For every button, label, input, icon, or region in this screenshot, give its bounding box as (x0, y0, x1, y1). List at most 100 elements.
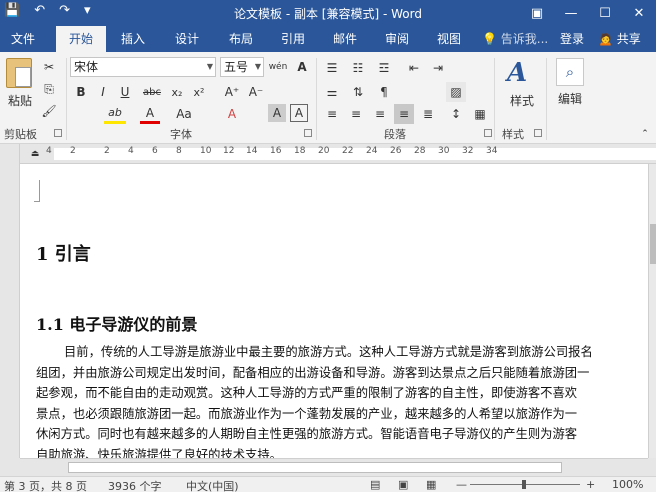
indent-marker-icon[interactable]: ⏏ (30, 146, 40, 162)
text-effects-button[interactable]: A (222, 104, 242, 124)
ruler-tick: 26 (390, 146, 402, 156)
phonetic-guide-icon[interactable]: wén (268, 56, 288, 78)
zoom-level[interactable]: 100% (612, 478, 643, 491)
zoom-in-button[interactable]: + (586, 478, 595, 491)
clipboard-launcher-icon[interactable] (54, 129, 62, 137)
share-button[interactable]: 🙍 共享 (598, 26, 641, 52)
grow-font-button[interactable]: A⁺ (222, 82, 242, 102)
tab-layout[interactable]: 布局 (218, 26, 264, 52)
print-layout-icon[interactable]: ▣ (398, 478, 408, 491)
shading-icon[interactable]: ▨ (446, 82, 466, 102)
numbering-icon[interactable]: ☷ (348, 58, 368, 78)
line-spacing-icon[interactable]: ↕ (446, 104, 466, 124)
styles-button[interactable]: 样式 (504, 92, 540, 108)
read-mode-icon[interactable]: ▤ (370, 478, 380, 491)
font-name-combo[interactable]: 宋体 ▼ (70, 57, 216, 77)
horizontal-scrollbar[interactable] (20, 458, 648, 476)
tab-design[interactable]: 设计 (164, 26, 210, 52)
ruler-tick: 28 (414, 146, 426, 156)
separator (546, 58, 547, 140)
distributed-icon[interactable]: ≣ (418, 104, 438, 124)
align-left-icon[interactable]: ≡ (322, 104, 342, 124)
language-indicator[interactable]: 中文(中国) (186, 478, 239, 492)
font-size-combo[interactable]: 五号 ▼ (220, 57, 264, 77)
tab-mailings[interactable]: 邮件 (322, 26, 368, 52)
highlight-color-button[interactable]: ab (104, 104, 126, 124)
search-icon[interactable]: ⌕ (556, 58, 584, 86)
vertical-scroll-thumb[interactable] (650, 224, 656, 264)
title-bar: 💾 ↶ ↷ ▾ 论文模板 - 副本 [兼容模式] - Word ▣ — ☐ ✕ (0, 0, 656, 26)
tab-file[interactable]: 文件 (0, 26, 46, 52)
ruler-tick: 24 (366, 146, 378, 156)
increase-indent-icon[interactable]: ⇥ (428, 58, 448, 78)
show-marks-icon[interactable]: ¶ (374, 82, 394, 102)
page-count[interactable]: 第 3 页，共 8 页 (4, 478, 87, 492)
word-count[interactable]: 3936 个字 (108, 478, 162, 492)
document-page[interactable]: 1 引言 1.1 电子导游仪的前景 目前，传统的人工导游是旅游业中最主要的旅游方… (20, 164, 648, 458)
window-controls: ▣ — ☐ ✕ (520, 0, 656, 26)
strikethrough-button[interactable]: abc (140, 82, 164, 102)
format-painter-icon[interactable]: 🖌 (40, 102, 58, 120)
chinese-layout-icon[interactable]: ⚌ (322, 82, 342, 102)
ruler-tick: 18 (294, 146, 306, 156)
horizontal-ruler[interactable]: ⏏ 4 2 2 4 6 8 10 12 14 16 18 20 22 24 26… (20, 144, 656, 164)
styles-launcher-icon[interactable] (534, 129, 542, 137)
zoom-slider-thumb[interactable] (522, 480, 526, 489)
horizontal-scroll-thumb[interactable] (68, 462, 562, 473)
zoom-out-button[interactable]: — (456, 478, 467, 491)
ribbon-display-options-icon[interactable]: ▣ (520, 0, 554, 26)
ruler-tick: 2 (104, 146, 110, 156)
paste-icon[interactable] (6, 58, 32, 88)
paste-button[interactable]: 粘贴 (4, 92, 36, 108)
clipboard-group-label: 剪贴板 (4, 128, 37, 141)
subscript-button[interactable]: x₂ (168, 82, 186, 102)
sort-icon[interactable]: ⇅ (348, 82, 368, 102)
copy-icon[interactable]: ⎘ (40, 80, 58, 98)
bullets-icon[interactable]: ☰ (322, 58, 342, 78)
ruler-tick: 22 (342, 146, 354, 156)
character-border-button[interactable]: A (290, 104, 308, 122)
character-shading-button[interactable]: A (268, 104, 286, 122)
tab-review[interactable]: 审阅 (374, 26, 420, 52)
styles-icon[interactable]: A (507, 58, 537, 88)
borders-icon[interactable]: ▦ (470, 104, 490, 124)
maximize-button[interactable]: ☐ (588, 0, 622, 26)
font-launcher-icon[interactable] (304, 129, 312, 137)
align-right-icon[interactable]: ≡ (370, 104, 390, 124)
tab-view[interactable]: 视图 (426, 26, 472, 52)
superscript-button[interactable]: x² (190, 82, 208, 102)
justify-icon[interactable]: ≡ (394, 104, 414, 124)
decrease-indent-icon[interactable]: ⇤ (404, 58, 424, 78)
tell-me-search[interactable]: 💡 告诉我... (482, 26, 548, 52)
vertical-ruler[interactable] (0, 144, 20, 458)
ruler-tick: 20 (318, 146, 330, 156)
multilevel-list-icon[interactable]: ☲ (374, 58, 394, 78)
ruler-tick: 10 (200, 146, 212, 156)
align-center-icon[interactable]: ≡ (346, 104, 366, 124)
web-layout-icon[interactable]: ▦ (426, 478, 436, 491)
font-color-button[interactable]: A (140, 104, 160, 124)
clear-format-icon[interactable]: A (292, 56, 312, 78)
tab-home[interactable]: 开始 (56, 26, 106, 52)
ruler-tick: 12 (223, 146, 235, 156)
vertical-scrollbar[interactable] (648, 164, 656, 458)
collapse-ribbon-icon[interactable]: ⌃ (638, 128, 652, 140)
chevron-down-icon: ▼ (254, 62, 261, 71)
editing-button[interactable]: 编辑 (552, 90, 588, 106)
italic-button[interactable]: I (94, 82, 112, 102)
shrink-font-button[interactable]: A⁻ (246, 82, 266, 102)
change-case-button[interactable]: Aa (172, 104, 196, 124)
minimize-button[interactable]: — (554, 0, 588, 26)
body-line: 目前，传统的人工导游是旅游业中最主要的旅游方式。这种人工导游方式就是游客到旅游公… (64, 345, 593, 359)
underline-button[interactable]: U (116, 82, 134, 102)
sign-in-link[interactable]: 登录 (560, 26, 584, 52)
close-button[interactable]: ✕ (622, 0, 656, 26)
cut-icon[interactable]: ✂ (40, 58, 58, 76)
document-area[interactable]: 1 引言 1.1 电子导游仪的前景 目前，传统的人工导游是旅游业中最主要的旅游方… (20, 164, 648, 458)
styles-group-label: 样式 (502, 128, 524, 141)
tab-references[interactable]: 引用 (270, 26, 316, 52)
tab-insert[interactable]: 插入 (110, 26, 156, 52)
paragraph-launcher-icon[interactable] (484, 129, 492, 137)
heading-1: 1 引言 (36, 244, 91, 265)
bold-button[interactable]: B (72, 82, 90, 102)
